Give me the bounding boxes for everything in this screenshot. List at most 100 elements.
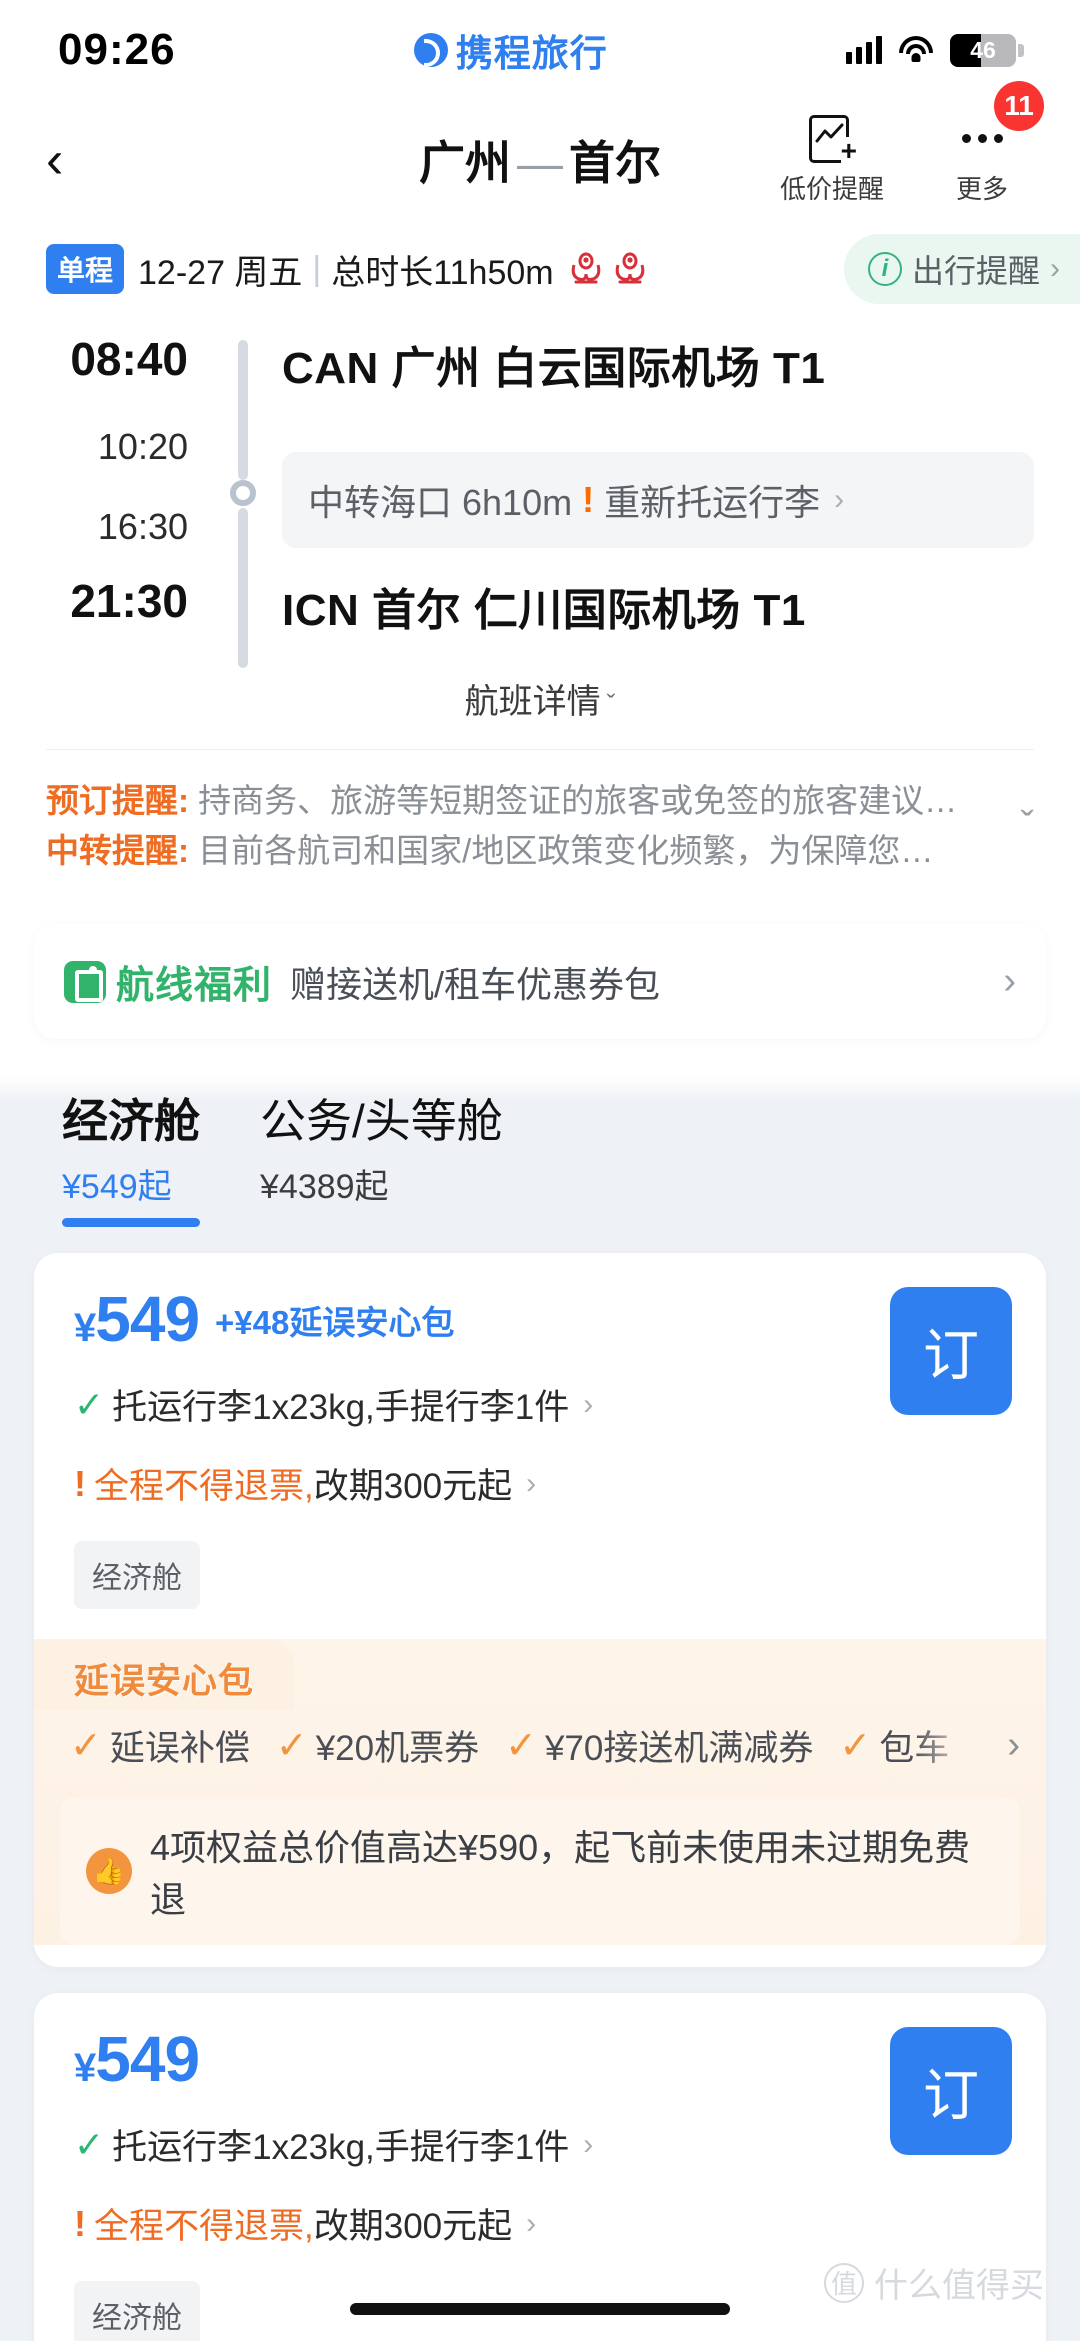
chevron-right-icon: ›: [1050, 252, 1060, 285]
fare-price: ¥549: [74, 2027, 200, 2091]
chevron-right-icon[interactable]: ›: [1003, 960, 1016, 1003]
check-icon: ✓: [74, 2123, 105, 2165]
refund-warning: 全程不得退票,: [94, 2207, 314, 2247]
fare-price-value: 549: [95, 1283, 200, 1356]
depart-time: 08:40: [70, 333, 188, 385]
refund-change-fee: 改期300元起: [313, 2207, 513, 2247]
order-button[interactable]: 订: [890, 2027, 1012, 2156]
watermark-text: 什么值得买: [874, 2267, 1044, 2305]
fare-addon-label: +¥48延误安心包: [215, 1304, 455, 1342]
currency-symbol: ¥: [74, 1306, 96, 1351]
more-label: 更多: [955, 173, 1008, 204]
fare-details: ¥549 +¥48延误安心包 ✓ 托运行李1x23kg,手提行李1件 › ! 全…: [74, 1287, 870, 1509]
flight-detail-toggle[interactable]: 航班详情 ˇ: [46, 646, 1034, 749]
insurance-package[interactable]: 延误安心包 ✓ 延误补偿 ✓ ¥20机票券 ✓ ¥70接送机满减券 ✓ 包车 › 👍 4…: [34, 1639, 1046, 1946]
warning-icon: !: [74, 1462, 86, 1504]
route-benefit-tag: 航线福利: [64, 954, 272, 1009]
gift-icon: [64, 960, 106, 1003]
baggage-row[interactable]: ✓ 托运行李1x23kg,手提行李1件 ›: [74, 2091, 870, 2170]
baggage-text: 托运行李1x23kg,手提行李1件: [112, 2128, 570, 2168]
status-indicators: 46: [845, 33, 1024, 67]
transfer-notice-text: 目前各航司和国家/地区政策变化频繁，为保障您…: [189, 832, 934, 870]
tab-economy[interactable]: 经济舱 ¥549起: [62, 1085, 200, 1228]
insurance-value-text: 4项权益总价值高达¥590，起飞前未使用未过期免费退: [150, 1827, 971, 1921]
price-alert-button[interactable]: + 低价提醒: [774, 114, 890, 206]
tab-business-first[interactable]: 公务/头等舱 ¥4389起: [260, 1085, 503, 1227]
warning-icon: !: [582, 479, 595, 520]
back-button[interactable]: ‹: [46, 134, 106, 186]
insurance-benefit-label: 包车: [879, 1729, 950, 1769]
chevron-down-icon: ˇ: [606, 689, 616, 719]
check-icon: ✓: [74, 1383, 105, 1425]
route-benefit-card[interactable]: 航线福利 赠接送机/租车优惠券包 ›: [34, 924, 1046, 1040]
chevron-right-icon[interactable]: ›: [1001, 1724, 1020, 1767]
route-benefit-description: 赠接送机/租车优惠券包: [290, 963, 661, 1005]
order-button[interactable]: 订: [890, 1287, 1012, 1416]
check-icon: ✓: [839, 1725, 872, 1768]
cabin-tabs: 经济舱 ¥549起 公务/头等舱 ¥4389起: [0, 1039, 1080, 1228]
transfer-info-box[interactable]: 中转海口 6h10m ! 重新托运行李 ›: [282, 452, 1034, 548]
transfer-arrive-time: 10:20: [97, 426, 188, 467]
trip-type-tag: 单程: [46, 244, 125, 294]
transfer-notice: 中转提醒: 目前各航司和国家/地区政策变化频繁，为保障您…: [46, 826, 999, 876]
chevron-right-icon: ›: [526, 1466, 537, 1500]
check-icon: ✓: [275, 1725, 308, 1768]
transfer-row[interactable]: 10:20 16:30 中转海口 6h10m ! 重新托运行李 ›: [46, 426, 1034, 548]
airline-logos: [568, 252, 648, 286]
insurance-benefit-label: ¥20机票券: [315, 1729, 480, 1769]
baggage-text: 托运行李1x23kg,手提行李1件: [112, 1388, 570, 1428]
refund-warning: 全程不得退票,: [94, 1467, 314, 1507]
flight-detail-label: 航班详情: [464, 683, 601, 721]
insurance-title-tab: 延误安心包: [34, 1639, 295, 1711]
ctrip-logo-icon: [413, 33, 448, 67]
warning-icon: !: [74, 2202, 86, 2244]
insurance-value-bar: 👍 4项权益总价值高达¥590，起飞前未使用未过期免费退: [60, 1797, 1020, 1946]
booking-notice-label: 预订提醒:: [46, 782, 189, 819]
refund-row[interactable]: ! 全程不得退票, 改期300元起 ›: [74, 2170, 870, 2249]
check-icon: ✓: [505, 1725, 537, 1768]
trip-summary-bar: 单程 12-27 周五 | 总时长11h50m i 出行提醒 ›: [0, 220, 1080, 318]
transfer-depart-time: 16:30: [97, 506, 188, 547]
tab-economy-label: 经济舱: [62, 1095, 200, 1148]
fare-card[interactable]: ¥549 +¥48延误安心包 ✓ 托运行李1x23kg,手提行李1件 › ! 全…: [34, 1253, 1046, 1968]
price-chart-icon: +: [809, 114, 857, 165]
chevron-down-icon[interactable]: ˇ: [999, 804, 1034, 849]
travel-notice-button[interactable]: i 出行提醒 ›: [843, 234, 1080, 304]
tab-economy-price: ¥549起: [62, 1168, 172, 1207]
brand-label: 携程旅行: [455, 33, 608, 74]
nav-actions: + 低价提醒 更多 11: [774, 80, 1044, 206]
cabin-class-chip: 经济舱: [74, 2281, 200, 2341]
arrive-time: 21:30: [70, 575, 188, 627]
transfer-label: 中转海口 6h10m: [308, 482, 573, 523]
fare-card-header: ¥549 +¥48延误安心包 ✓ 托运行李1x23kg,手提行李1件 › ! 全…: [34, 1253, 1046, 1535]
more-dots-icon: [959, 115, 1005, 163]
insurance-benefit-label: ¥70接送机满减券: [544, 1729, 814, 1769]
insurance-title: 延误安心包: [74, 1662, 255, 1702]
home-indicator: [350, 2303, 730, 2315]
travel-notice-label: 出行提醒: [911, 253, 1040, 289]
baggage-row[interactable]: ✓ 托运行李1x23kg,手提行李1件 ›: [74, 1351, 870, 1430]
booking-notice: 预订提醒: 持商务、旅游等短期签证的旅客或免签的旅客建议…: [46, 776, 999, 826]
trip-info: 12-27 周五 | 总时长11h50m: [138, 245, 648, 294]
trip-duration: 总时长11h50m: [331, 253, 554, 292]
refund-row[interactable]: ! 全程不得退票, 改期300元起 ›: [74, 1430, 870, 1509]
tab-business-first-price: ¥4389起: [260, 1168, 389, 1207]
tab-business-first-label: 公务/头等舱: [260, 1095, 503, 1148]
watermark: 值 什么值得买: [824, 2258, 1044, 2307]
notice-lines: 预订提醒: 持商务、旅游等短期签证的旅客或免签的旅客建议… 中转提醒: 目前各航…: [46, 776, 999, 876]
insurance-benefit-item: ✓ 包车: [839, 1720, 975, 1771]
route-origin: 广州: [419, 137, 511, 189]
check-icon: ✓: [70, 1725, 102, 1768]
tab-active-indicator: [62, 1218, 200, 1228]
chevron-right-icon: ›: [583, 1387, 594, 1421]
insurance-benefit-item: ✓ ¥20机票券: [276, 1720, 505, 1771]
fare-price: ¥549: [74, 1287, 200, 1351]
fare-price-row: ¥549: [74, 2027, 870, 2091]
wifi-icon: [898, 36, 934, 64]
currency-symbol: ¥: [74, 2046, 96, 2091]
notice-section[interactable]: 预订提醒: 持商务、旅游等短期签证的旅客或免签的旅客建议… 中转提醒: 目前各航…: [46, 749, 1034, 905]
tab-inactive-indicator: [260, 1218, 503, 1227]
insurance-benefits: ✓ 延误补偿 ✓ ¥20机票券 ✓ ¥70接送机满减券 ✓ 包车 ›: [34, 1710, 1046, 1797]
info-icon: i: [867, 252, 902, 286]
insurance-benefit-item: ✓ ¥70接送机满减券: [505, 1720, 839, 1771]
